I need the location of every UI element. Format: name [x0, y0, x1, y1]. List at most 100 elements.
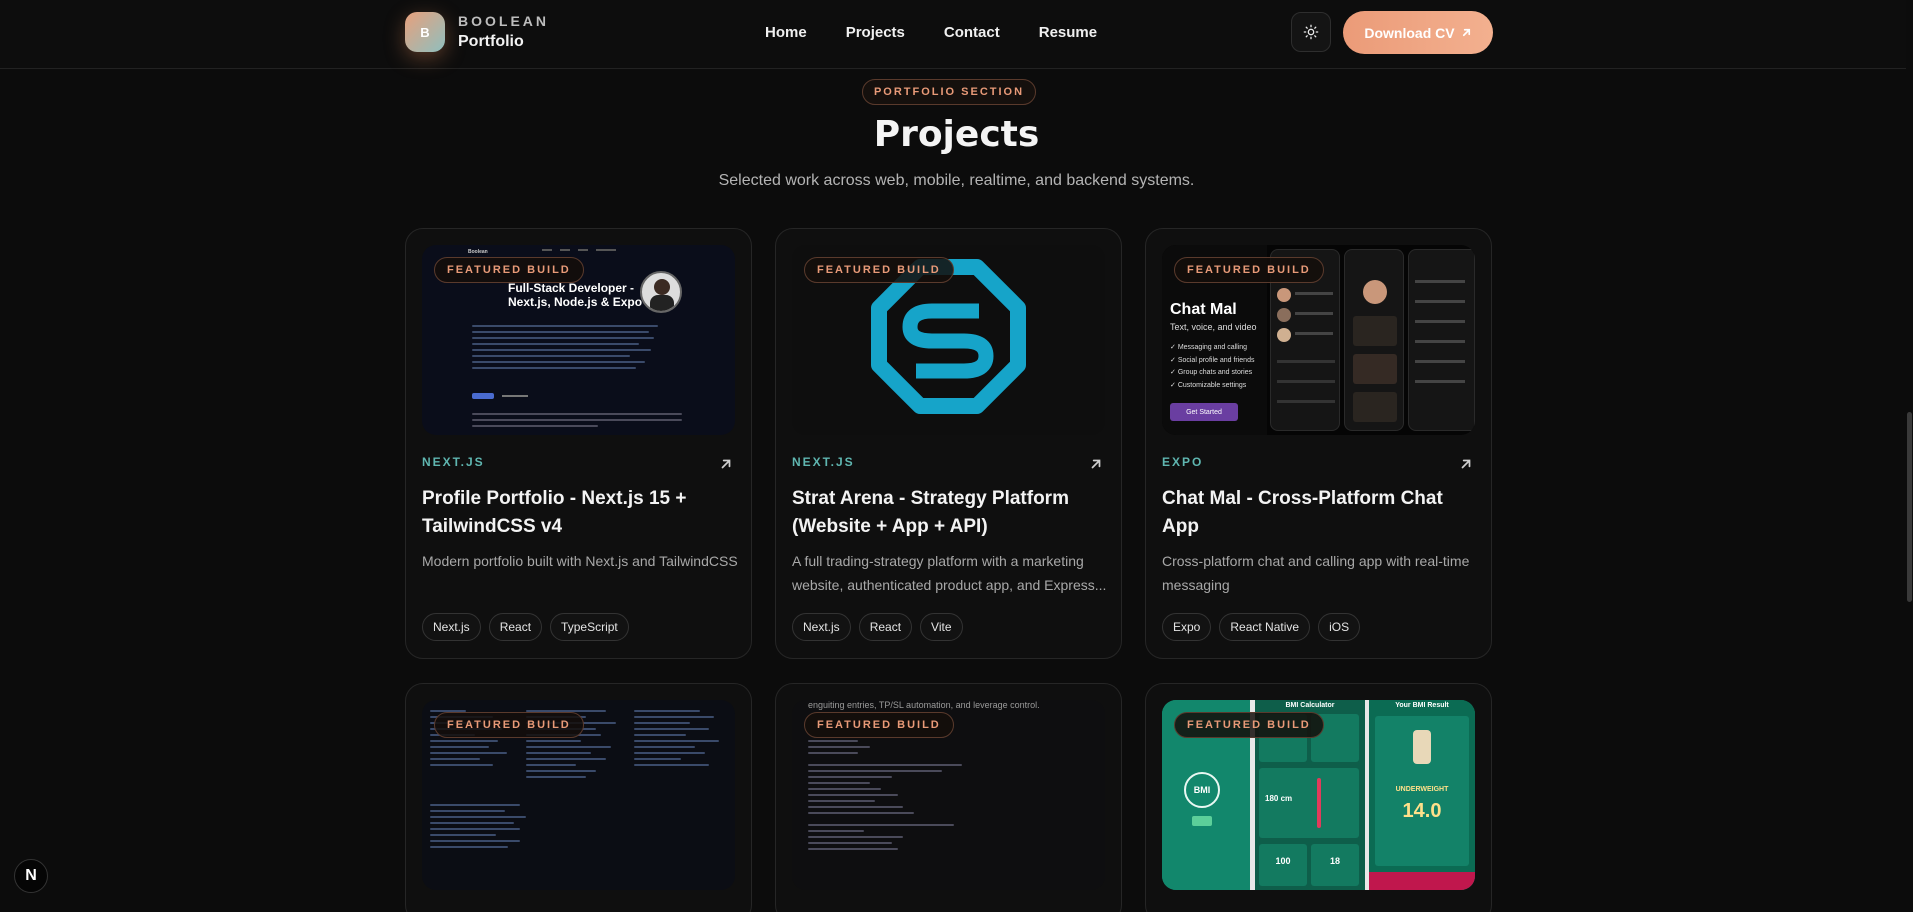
navbar: B BOOLEAN Portfolio Home Projects Contac… [0, 0, 1913, 69]
featured-badge: FEATURED BUILD [434, 712, 584, 738]
feature-item: ✓ Customizable settings [1170, 381, 1247, 389]
thumb-app-name: Chat Mal [1170, 301, 1237, 318]
thumb-avatar [640, 271, 682, 313]
scrollbar-thumb[interactable] [1907, 412, 1912, 602]
thumb-cta: Get Started [1170, 403, 1238, 421]
thumb-brand: Boolean [468, 249, 488, 255]
bmi-result-title: Your BMI Result [1395, 702, 1449, 709]
project-description: Cross-platform chat and calling app with… [1162, 553, 1470, 593]
thumb-cta [472, 393, 494, 399]
bmi-result-card: UNDERWEIGHT 14.0 [1375, 716, 1469, 866]
bmi-age-card: 18 [1311, 844, 1359, 886]
project-thumbnail: Boolean Full-Stack Developer - Next.js, … [422, 245, 735, 435]
bmi-height-value: 180 cm [1265, 794, 1293, 803]
nav-link-home[interactable]: Home [765, 24, 807, 41]
thumb-top-text: enguiting entries, TP/SL automation, and… [808, 700, 1040, 710]
project-category: NEXT.JS [792, 455, 855, 469]
nav-link-contact[interactable]: Contact [944, 24, 1000, 41]
download-cv-button[interactable]: Download CV [1343, 11, 1493, 54]
bmi-icon: BMI [1184, 772, 1220, 808]
project-card-row2-3[interactable]: BMI BMI Calculator 180 cm 100 18 Your BM… [1145, 683, 1492, 912]
brand-text: BOOLEAN Portfolio [458, 12, 549, 51]
project-thumbnail: BMI BMI Calculator 180 cm 100 18 Your BM… [1162, 700, 1475, 890]
bmi-recalculate [1369, 872, 1475, 890]
thumb-cta-2 [502, 395, 528, 397]
nav-links: Home Projects Contact Resume [765, 24, 1136, 41]
project-card-portfolio[interactable]: Boolean Full-Stack Developer - Next.js, … [405, 228, 752, 659]
project-category: EXPO [1162, 455, 1204, 469]
tech-tag: React [858, 613, 913, 641]
nextjs-dev-badge[interactable]: N [14, 859, 48, 893]
featured-badge: FEATURED BUILD [804, 257, 954, 283]
project-title: Strat Arena - Strategy Platform (Website… [792, 488, 1069, 537]
featured-badge: FEATURED BUILD [434, 257, 584, 283]
brand-top: BOOLEAN [458, 12, 549, 29]
thumb-tagline: Text, voice, and video [1170, 322, 1257, 332]
nav-link-projects[interactable]: Projects [846, 24, 905, 41]
project-thumbnail: FEATURED BUILD [792, 245, 1105, 435]
download-cv-label: Download CV [1364, 24, 1455, 41]
project-description: A full trading-strategy platform with a … [792, 553, 1107, 593]
tech-tag: React Native [1219, 613, 1311, 641]
project-card-strat-arena[interactable]: FEATURED BUILD NEXT.JS Strat Arena - Str… [775, 228, 1122, 659]
tech-tag: Next.js [422, 613, 481, 641]
thumb-features: ✓ Messaging and calling ✓ Social profile… [1170, 342, 1254, 392]
project-description: Modern portfolio built with Next.js and … [422, 553, 738, 569]
project-category: NEXT.JS [422, 455, 485, 469]
thumb-code-lines [808, 736, 1088, 854]
bmi-result-value: 14.0 [1402, 800, 1442, 822]
brand-logo[interactable]: B BOOLEAN Portfolio [405, 12, 549, 52]
project-thumbnail: enguiting entries, TP/SL automation, and… [792, 700, 1105, 890]
external-link-icon[interactable] [1089, 457, 1103, 471]
featured-badge: FEATURED BUILD [1174, 712, 1324, 738]
bmi-result-label: UNDERWEIGHT [1395, 786, 1449, 793]
tech-tag: React [488, 613, 543, 641]
thumb-screen-right: Your BMI Result UNDERWEIGHT 14.0 [1369, 700, 1475, 890]
bmi-screen-title: BMI Calculator [1285, 702, 1335, 709]
project-title: Profile Portfolio - Next.js 15 + Tailwin… [422, 488, 687, 537]
project-thumbnail: Chat Mal Text, voice, and video ✓ Messag… [1162, 245, 1475, 435]
featured-badge: FEATURED BUILD [1174, 257, 1324, 283]
brand-bottom: Portfolio [458, 32, 524, 50]
sun-icon [1303, 24, 1319, 40]
thumb-phone-3 [1408, 249, 1475, 431]
bmi-weight-value: 100 [1275, 856, 1291, 866]
external-link-icon[interactable] [1459, 457, 1473, 471]
thumb-code-bottom [430, 800, 730, 852]
project-title: Chat Mal - Cross-Platform Chat App [1162, 488, 1443, 537]
thumb-paragraph [472, 321, 658, 373]
bmi-weight-card: 100 [1259, 844, 1307, 886]
tech-tag: Vite [920, 613, 963, 641]
project-thumbnail: FEATURED BUILD [422, 700, 735, 890]
bmi-age-value: 18 [1329, 856, 1340, 866]
brand-badge: B [405, 12, 445, 52]
thumb-phone-2 [1344, 249, 1404, 431]
project-card-chat-mal[interactable]: Chat Mal Text, voice, and video ✓ Messag… [1145, 228, 1492, 659]
feature-item: ✓ Messaging and calling [1170, 344, 1248, 351]
tech-tag: iOS [1318, 613, 1361, 641]
tech-tag: Next.js [792, 613, 851, 641]
feature-item: ✓ Group chats and stories [1170, 369, 1253, 376]
project-tags: Next.js React TypeScript [422, 613, 629, 641]
featured-badge: FEATURED BUILD [804, 712, 954, 738]
thumb-tags [472, 409, 682, 431]
project-tags: Expo React Native iOS [1162, 613, 1361, 641]
project-card-row2-2[interactable]: enguiting entries, TP/SL automation, and… [775, 683, 1122, 912]
tech-tag: TypeScript [550, 613, 629, 641]
bmi-height-card: 180 cm [1259, 768, 1359, 838]
project-tags: Next.js React Vite [792, 613, 963, 641]
thumb-nav [542, 249, 682, 251]
tech-tag: Expo [1162, 613, 1212, 641]
arrow-up-right-icon [1462, 28, 1470, 37]
bmi-start [1192, 816, 1212, 826]
nav-link-resume[interactable]: Resume [1039, 24, 1097, 41]
theme-toggle-button[interactable] [1291, 12, 1331, 52]
feature-item: ✓ Social profile and friends [1170, 356, 1255, 364]
page-title: Projects [873, 114, 1040, 155]
project-card-row2-1[interactable]: FEATURED BUILD [405, 683, 752, 912]
section-tag: PORTFOLIO SECTION [862, 79, 1036, 105]
page-subtitle: Selected work across web, mobile, realti… [718, 172, 1195, 189]
external-link-icon[interactable] [719, 457, 733, 471]
thumb-headline: Full-Stack Developer - Next.js, Node.js … [508, 281, 643, 309]
thumb-code-col-3 [634, 706, 728, 770]
